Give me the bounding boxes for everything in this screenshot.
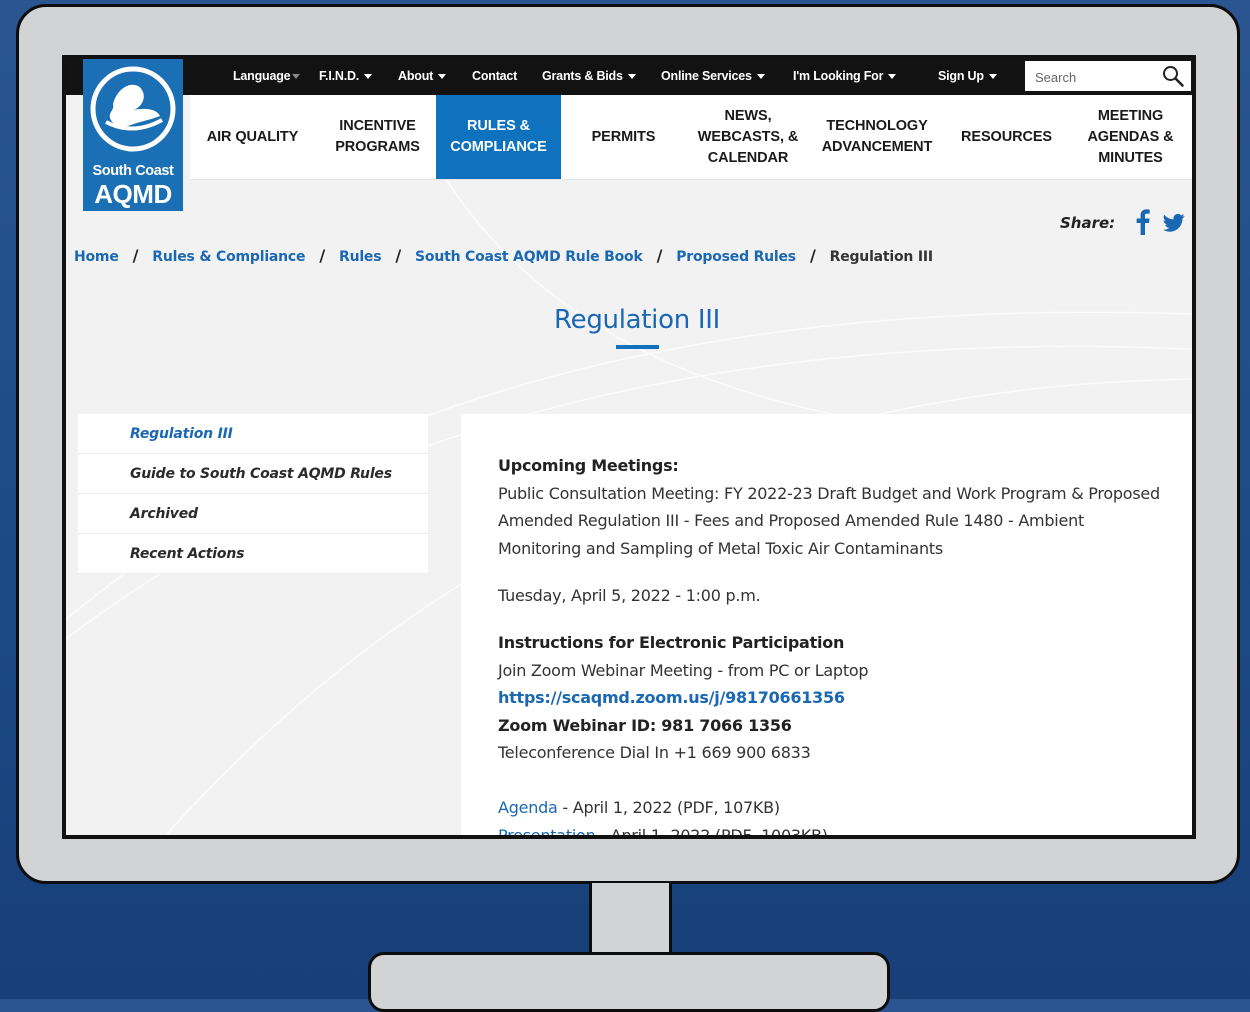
main-content: Upcoming Meetings: Public Consultation M… — [461, 414, 1192, 835]
monitor-screen: Language F.I.N.D. About Contact Grants &… — [62, 55, 1196, 839]
chevron-down-icon — [364, 74, 373, 80]
meeting-description-line: Amended Regulation III - Fees and Propos… — [498, 511, 1084, 530]
facebook-icon[interactable] — [1136, 209, 1150, 235]
search-input[interactable] — [1033, 66, 1157, 88]
nav-rules-compliance[interactable]: RULES & COMPLIANCE — [436, 95, 561, 179]
side-nav: Regulation III Guide to South Coast AQMD… — [78, 414, 428, 574]
nav-incentive-programs[interactable]: INCENTIVE PROGRAMS — [315, 95, 440, 179]
grants-menu[interactable]: Grants & Bids — [542, 69, 636, 83]
language-label: Language — [233, 69, 291, 83]
breadcrumb-current: Regulation III — [829, 249, 933, 265]
monitor-stand-neck — [589, 883, 672, 955]
instructions-block: Instructions for Electronic Participatio… — [498, 629, 869, 767]
agenda-meta: - April 1, 2022 (PDF, 107KB) — [557, 798, 780, 817]
aqmd-logo[interactable]: South Coast AQMD — [83, 59, 183, 211]
meeting-date-block: Tuesday, April 5, 2022 - 1:00 p.m. — [498, 582, 761, 610]
twitter-icon[interactable] — [1163, 213, 1185, 233]
page-title: Regulation III — [554, 305, 720, 335]
breadcrumb-separator: / — [395, 246, 402, 265]
zoom-join-text: Join Zoom Webinar Meeting - from PC or L… — [498, 660, 869, 680]
nav-label: INCENTIVE PROGRAMS — [335, 118, 420, 155]
top-utility-bar: Language F.I.N.D. About Contact Grants &… — [66, 59, 1192, 95]
meeting-description-line: Public Consultation Meeting: FY 2022-23 … — [498, 483, 1160, 503]
sidebar-item-regulation-iii[interactable]: Regulation III — [78, 414, 428, 454]
nav-label: AIR QUALITY — [206, 128, 299, 145]
language-menu[interactable]: Language — [233, 69, 301, 83]
presentation-row: Presentation - April 1, 2022 (PDF, 1003K… — [498, 822, 828, 836]
instructions-heading: Instructions for Electronic Participatio… — [498, 633, 845, 652]
sign-up-menu[interactable]: Sign Up — [938, 69, 997, 83]
browser-viewport: Language F.I.N.D. About Contact Grants &… — [66, 59, 1192, 835]
chevron-down-icon — [627, 74, 636, 80]
sidebar-item-archived[interactable]: Archived — [78, 494, 428, 534]
nav-news-webcasts-calendar[interactable]: NEWS, WEBCASTS, & CALENDAR — [686, 95, 810, 179]
breadcrumb: Home / Rules & Compliance / Rules / South Coas… — [74, 246, 933, 265]
nav-label: PERMITS — [591, 128, 656, 145]
contact-label: Contact — [472, 69, 518, 83]
nav-label: NEWS, WEBCASTS, & CALENDAR — [697, 107, 799, 166]
find-menu[interactable]: F.I.N.D. — [319, 69, 373, 83]
nav-air-quality[interactable]: AIR QUALITY — [190, 95, 315, 179]
online-services-label: Online Services — [661, 69, 752, 83]
looking-for-menu[interactable]: I'm Looking For — [793, 69, 897, 83]
nav-technology-advancement[interactable]: TECHNOLOGY ADVANCEMENT — [810, 95, 944, 179]
chevron-down-icon — [438, 74, 447, 80]
chevron-down-icon — [988, 74, 997, 80]
chevron-down-icon — [756, 74, 765, 80]
meeting-description-line: Monitoring and Sampling of Metal Toxic A… — [498, 538, 943, 558]
documents-block: Agenda - April 1, 2022 (PDF, 107KB) Pres… — [498, 794, 828, 835]
online-services-menu[interactable]: Online Services — [661, 69, 765, 83]
about-menu[interactable]: About — [398, 69, 447, 83]
nav-resources[interactable]: RESOURCES — [944, 95, 1069, 179]
looking-for-label: I'm Looking For — [793, 69, 884, 83]
chevron-down-icon — [292, 74, 301, 80]
upcoming-meetings-heading: Upcoming Meetings: — [498, 456, 679, 475]
breadcrumb-rules-compliance[interactable]: Rules & Compliance — [152, 249, 305, 265]
chevron-down-icon — [888, 74, 897, 80]
nav-label: RULES & COMPLIANCE — [450, 118, 547, 155]
presentation-meta: - April 1, 2022 (PDF, 1003KB) — [595, 825, 828, 836]
share-label: Share: — [1060, 214, 1116, 232]
zoom-link[interactable]: https://scaqmd.zoom.us/j/98170661356 — [498, 684, 868, 712]
title-underline — [616, 345, 659, 349]
breadcrumb-proposed-rules[interactable]: Proposed Rules — [676, 249, 796, 265]
search-icon[interactable] — [1161, 64, 1185, 88]
sign-up-label: Sign Up — [938, 69, 984, 83]
presentation-link[interactable]: Presentation — [498, 826, 596, 836]
nav-label: MEETING AGENDAS & MINUTES — [1087, 107, 1174, 166]
find-label: F.I.N.D. — [319, 69, 360, 83]
about-label: About — [398, 69, 434, 83]
contact-link[interactable]: Contact — [472, 69, 517, 83]
logo-text-aqmd: AQMD — [94, 179, 172, 209]
nav-meeting-agendas-minutes[interactable]: MEETING AGENDAS & MINUTES — [1069, 95, 1192, 179]
main-nav: AIR QUALITY INCENTIVE PROGRAMS RULES & C… — [190, 95, 1192, 180]
sidebar-item-recent-actions[interactable]: Recent Actions — [78, 534, 428, 574]
logo-bird-icon — [90, 66, 176, 152]
logo-text-south-coast: South Coast — [92, 163, 174, 179]
agenda-row: Agenda - April 1, 2022 (PDF, 107KB) — [498, 794, 828, 822]
monitor-stand-base — [368, 952, 890, 1012]
breadcrumb-rules[interactable]: Rules — [339, 249, 382, 265]
search-box — [1025, 61, 1191, 91]
grants-label: Grants & Bids — [542, 69, 623, 83]
zoom-webinar-id: Zoom Webinar ID: 981 7066 1356 — [498, 715, 792, 735]
breadcrumb-separator: / — [656, 246, 663, 265]
breadcrumb-separator: / — [132, 246, 139, 265]
teleconference-dial-in: Teleconference Dial In +1 669 900 6833 — [498, 743, 811, 762]
nav-label: TECHNOLOGY ADVANCEMENT — [821, 118, 933, 155]
breadcrumb-home[interactable]: Home — [74, 249, 119, 265]
agenda-link[interactable]: Agenda — [498, 798, 558, 817]
breadcrumb-rule-book[interactable]: South Coast AQMD Rule Book — [415, 249, 643, 265]
breadcrumb-separator: / — [809, 246, 816, 265]
upcoming-meetings-block: Upcoming Meetings: Public Consultation M… — [498, 452, 1160, 562]
breadcrumb-separator: / — [319, 246, 325, 265]
sidebar-item-guide-to-rules[interactable]: Guide to South Coast AQMD Rules — [78, 454, 428, 494]
nav-permits[interactable]: PERMITS — [561, 95, 686, 179]
meeting-date: Tuesday, April 5, 2022 - 1:00 p.m. — [498, 586, 761, 605]
nav-label: RESOURCES — [961, 128, 1052, 145]
